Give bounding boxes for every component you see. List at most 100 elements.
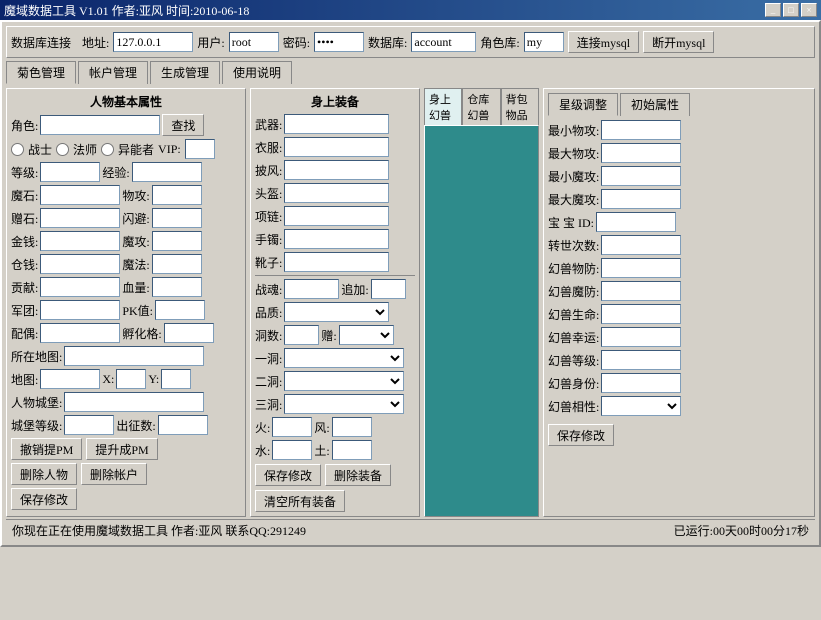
save-left-button[interactable]: 保存修改: [11, 488, 77, 510]
pet-aff-select[interactable]: [601, 396, 681, 416]
mage-radio[interactable]: [56, 143, 69, 156]
addr-input[interactable]: [113, 32, 193, 52]
wind-input[interactable]: [332, 417, 372, 437]
pass-input[interactable]: [314, 32, 364, 52]
maploc-input[interactable]: [64, 346, 204, 366]
connect-button[interactable]: 连接mysql: [568, 31, 639, 53]
soul-input[interactable]: [284, 279, 339, 299]
role-input[interactable]: [524, 32, 564, 52]
tab-generate-manage[interactable]: 生成管理: [150, 61, 220, 84]
magic-def-input[interactable]: [152, 254, 202, 274]
min-atk-label: 最小物攻:: [548, 122, 599, 139]
pet-image-area: [424, 125, 539, 517]
pet-id-input[interactable]: [596, 212, 676, 232]
magic-atk-input[interactable]: [152, 231, 202, 251]
pk-input[interactable]: [155, 300, 205, 320]
title-bar: 魔域数据工具 V1.01 作者:亚风 时间:2010-06-18 _ □ ×: [0, 0, 821, 20]
bracelet-input[interactable]: [284, 229, 389, 249]
shoes-input[interactable]: [284, 252, 389, 272]
upgrade-pm-button[interactable]: 提升成PM: [86, 438, 157, 460]
cancel-pm-button[interactable]: 撤销提PM: [11, 438, 82, 460]
db-connect-section: 数据库连接 地址: 用户: 密码: 数据库: 角色库: 连接mysql 断开my…: [6, 26, 815, 58]
cape-input[interactable]: [284, 160, 389, 180]
magic-stone-input[interactable]: [40, 185, 120, 205]
max-mag-input[interactable]: [601, 189, 681, 209]
contrib-input[interactable]: [40, 277, 120, 297]
min-mag-input[interactable]: [601, 166, 681, 186]
hole1-row: 一洞:: [255, 348, 415, 368]
citylevel-input[interactable]: [64, 415, 114, 435]
army-input[interactable]: [40, 300, 120, 320]
warrior-radio[interactable]: [11, 143, 24, 156]
x-input[interactable]: [116, 369, 146, 389]
role-input[interactable]: [40, 115, 160, 135]
hole2-select[interactable]: [284, 371, 404, 391]
rebirth-input[interactable]: [601, 235, 681, 255]
wind-label: 风:: [314, 419, 329, 436]
quality-select[interactable]: [284, 302, 389, 322]
earth-input[interactable]: [332, 440, 372, 460]
max-atk-input[interactable]: [601, 143, 681, 163]
tab-star-adjust[interactable]: 星级调整: [548, 93, 618, 116]
tab-menu-manage[interactable]: 菊色管理: [6, 61, 76, 84]
pet-tab-bag[interactable]: 背包物品: [501, 88, 539, 125]
clear-equip-button[interactable]: 清空所有装备: [255, 490, 345, 512]
cloth-input[interactable]: [284, 137, 389, 157]
delete-acc-button[interactable]: 删除帐户: [81, 463, 147, 485]
close-button[interactable]: ×: [801, 3, 817, 17]
warehouse-input[interactable]: [40, 254, 120, 274]
pet-magdef-input[interactable]: [601, 281, 681, 301]
flash-input[interactable]: [152, 208, 202, 228]
save-right-button[interactable]: 保存修改: [548, 424, 614, 446]
mount-input[interactable]: [40, 323, 120, 343]
helmet-input[interactable]: [284, 183, 389, 203]
pet-body-input[interactable]: [601, 373, 681, 393]
gem-input[interactable]: [40, 208, 120, 228]
gold-input[interactable]: [40, 231, 120, 251]
tab-usage-guide[interactable]: 使用说明: [222, 61, 292, 84]
delete-role-button[interactable]: 删除人物: [11, 463, 77, 485]
delete-equip-button[interactable]: 删除装备: [325, 464, 391, 486]
exped-input[interactable]: [158, 415, 208, 435]
exp-input[interactable]: [132, 162, 202, 182]
db-input[interactable]: [411, 32, 476, 52]
user-input[interactable]: [229, 32, 279, 52]
gem-row: 赠石: 闪避:: [11, 208, 241, 228]
maximize-button[interactable]: □: [783, 3, 799, 17]
vip-input[interactable]: [185, 139, 215, 159]
y-input[interactable]: [161, 369, 191, 389]
hatch-input[interactable]: [164, 323, 214, 343]
phys-atk-input[interactable]: [152, 185, 202, 205]
level-input[interactable]: [40, 162, 100, 182]
search-button[interactable]: 查找: [162, 114, 204, 136]
save-buttons-left: 保存修改: [11, 488, 241, 510]
city-input[interactable]: [64, 392, 204, 412]
hp-input[interactable]: [152, 277, 202, 297]
pet-tab-body[interactable]: 身上幻兽: [424, 88, 462, 125]
pet-luck-input[interactable]: [601, 327, 681, 347]
map-input[interactable]: [40, 369, 100, 389]
minimize-button[interactable]: _: [765, 3, 781, 17]
role-label: 角色库:: [480, 34, 519, 51]
water-input[interactable]: [272, 440, 312, 460]
hole1-select[interactable]: [284, 348, 404, 368]
pet-level-input[interactable]: [601, 350, 681, 370]
holes-input[interactable]: [284, 325, 319, 345]
disconnect-button[interactable]: 断开mysql: [643, 31, 714, 53]
gift-select[interactable]: [339, 325, 394, 345]
special-radio[interactable]: [101, 143, 114, 156]
fire-input[interactable]: [272, 417, 312, 437]
necklace-input[interactable]: [284, 206, 389, 226]
min-atk-input[interactable]: [601, 120, 681, 140]
weapon-input[interactable]: [284, 114, 389, 134]
pet-tab-warehouse[interactable]: 仓库幻兽: [462, 88, 500, 125]
pet-hp-input[interactable]: [601, 304, 681, 324]
add-input[interactable]: [371, 279, 406, 299]
hole3-select[interactable]: [284, 394, 404, 414]
tab-init-attr[interactable]: 初始属性: [620, 93, 690, 116]
magicstone-row: 魔石: 物攻:: [11, 185, 241, 205]
save-equip-button[interactable]: 保存修改: [255, 464, 321, 486]
pet-physdef-input[interactable]: [601, 258, 681, 278]
db-label: 数据库:: [368, 34, 407, 51]
tab-account-manage[interactable]: 帐户管理: [78, 61, 148, 84]
